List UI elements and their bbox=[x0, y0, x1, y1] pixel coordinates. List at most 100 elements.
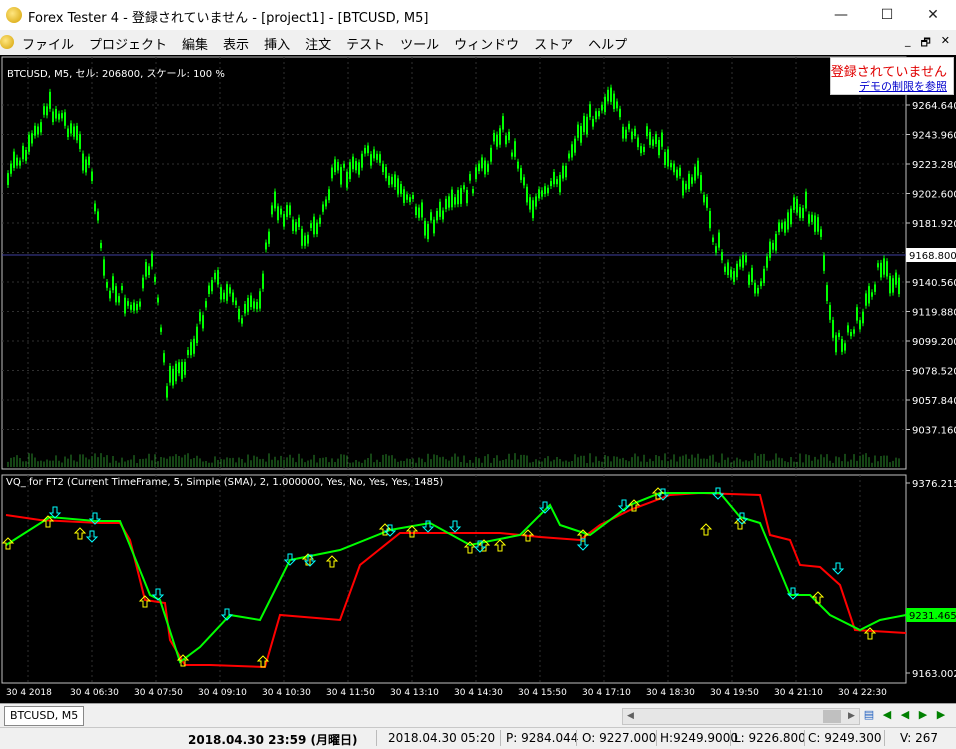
candle-body bbox=[130, 304, 132, 310]
menu-item[interactable]: テスト bbox=[346, 34, 393, 53]
scroll-left-icon[interactable]: ◀ bbox=[623, 709, 638, 724]
candle-body bbox=[136, 304, 138, 311]
candle-body bbox=[766, 256, 768, 268]
app-logo-icon bbox=[6, 7, 22, 23]
candle-body bbox=[460, 188, 462, 204]
candle-body bbox=[415, 206, 417, 216]
candle-body bbox=[37, 126, 39, 135]
candle-body bbox=[337, 162, 339, 171]
chart-window[interactable]: 9264.640 9243.960 9223.280 9202.600 9181.920… bbox=[0, 55, 956, 703]
candle-body bbox=[844, 343, 846, 351]
first-bar-icon[interactable]: ◀ bbox=[880, 707, 894, 723]
candle-body bbox=[310, 223, 312, 228]
candle-body bbox=[256, 302, 258, 310]
candle-body bbox=[826, 285, 828, 301]
prev-bar-icon[interactable]: ◀ bbox=[898, 707, 912, 723]
candle-body bbox=[841, 338, 843, 352]
candle-body bbox=[874, 284, 876, 292]
time-tick-label: 30 4 10:30 bbox=[262, 688, 311, 698]
candle-body bbox=[220, 287, 222, 300]
candle-body bbox=[484, 160, 486, 175]
candle-body bbox=[571, 144, 573, 158]
candle-body bbox=[574, 138, 576, 153]
candle-body bbox=[373, 149, 375, 159]
candle-body bbox=[889, 275, 891, 294]
chart-canvas[interactable]: 9264.640 9243.960 9223.280 9202.600 9181.920… bbox=[0, 55, 956, 703]
candle-body bbox=[733, 271, 735, 282]
candle-body bbox=[712, 237, 714, 242]
status-low: L: 9226.800 bbox=[734, 731, 806, 745]
candle-body bbox=[610, 87, 612, 102]
candle-body bbox=[859, 320, 861, 330]
document-icon[interactable] bbox=[0, 35, 14, 49]
time-tick-label: 30 4 15:50 bbox=[518, 688, 567, 698]
menu-item[interactable]: 表示 bbox=[223, 34, 257, 53]
candle-body bbox=[847, 325, 849, 333]
price-panel-frame bbox=[1, 56, 907, 470]
candle-body bbox=[532, 200, 534, 219]
status-open: O: 9227.000 bbox=[582, 731, 657, 745]
scroll-thumb[interactable] bbox=[823, 710, 841, 723]
candle-body bbox=[694, 166, 696, 181]
candle-body bbox=[289, 205, 291, 215]
status-divider bbox=[576, 730, 577, 746]
menu-item[interactable]: 注文 bbox=[305, 34, 339, 53]
candle-body bbox=[76, 125, 78, 141]
candle-body bbox=[682, 180, 684, 196]
candle-body bbox=[577, 124, 579, 138]
candle-body bbox=[175, 363, 177, 382]
minimize-button[interactable]: — bbox=[818, 0, 864, 30]
candle-body bbox=[292, 219, 294, 231]
candle-body bbox=[754, 282, 756, 294]
menu-item[interactable]: 挿入 bbox=[264, 34, 298, 53]
candle-body bbox=[238, 308, 240, 320]
menu-item[interactable]: ヘルプ bbox=[588, 34, 635, 53]
candle-body bbox=[10, 163, 12, 174]
horizontal-scrollbar[interactable]: ◀ ▶ bbox=[622, 708, 860, 725]
menu-item[interactable]: ツール bbox=[400, 34, 447, 53]
time-tick-label: 30 4 06:30 bbox=[70, 688, 119, 698]
last-bar-icon[interactable]: ▶ bbox=[934, 707, 948, 723]
candle-body bbox=[217, 270, 219, 285]
candle-body bbox=[88, 156, 90, 166]
candle-body bbox=[778, 222, 780, 233]
candle-body bbox=[709, 210, 711, 229]
demo-limits-link[interactable]: デモの制限を参照 bbox=[859, 78, 947, 94]
close-button[interactable]: ✕ bbox=[910, 0, 956, 30]
menu-item[interactable]: ファイル bbox=[22, 34, 82, 53]
candle-body bbox=[13, 151, 15, 168]
up-arrow-icon bbox=[811, 591, 825, 604]
menu-item[interactable]: ストア bbox=[534, 34, 581, 53]
candle-body bbox=[268, 231, 270, 244]
menu-item[interactable]: ウィンドウ bbox=[454, 34, 527, 53]
candle-body bbox=[55, 108, 57, 119]
candle-body bbox=[481, 157, 483, 169]
candle-body bbox=[721, 252, 723, 261]
next-bar-icon[interactable]: ▶ bbox=[916, 707, 930, 723]
candle-body bbox=[370, 154, 372, 166]
scroll-right-icon[interactable]: ▶ bbox=[844, 709, 859, 724]
menu-item[interactable]: 編集 bbox=[182, 34, 216, 53]
candle-body bbox=[187, 350, 189, 356]
candle-body bbox=[418, 207, 420, 218]
candle-body bbox=[400, 184, 402, 194]
mdi-close-button[interactable]: ✕ bbox=[941, 34, 950, 53]
candle-body bbox=[433, 219, 435, 234]
time-tick-label: 30 4 13:10 bbox=[390, 688, 439, 698]
time-tick-label: 30 4 17:10 bbox=[582, 688, 631, 698]
maximize-button[interactable]: ☐ bbox=[864, 0, 910, 30]
candle-body bbox=[328, 189, 330, 201]
title-bar: Forex Tester 4 - 登録されていません - [project1] … bbox=[0, 0, 956, 30]
candle-body bbox=[343, 163, 345, 168]
mdi-restore-button[interactable]: 🗗 bbox=[920, 34, 930, 53]
chart-list-icon[interactable]: ▤ bbox=[862, 707, 876, 723]
menu-item[interactable]: プロジェクト bbox=[89, 34, 175, 53]
candle-body bbox=[646, 126, 648, 137]
candle-body bbox=[385, 167, 387, 179]
candle-body bbox=[319, 217, 321, 224]
price-tick-label: 9181.920 bbox=[912, 219, 956, 230]
tab-btcusd-m5[interactable]: BTCUSD, M5 bbox=[4, 706, 85, 726]
candle-body bbox=[649, 131, 651, 145]
mdi-minimize-button[interactable]: _ bbox=[905, 34, 911, 53]
candle-body bbox=[445, 198, 447, 210]
